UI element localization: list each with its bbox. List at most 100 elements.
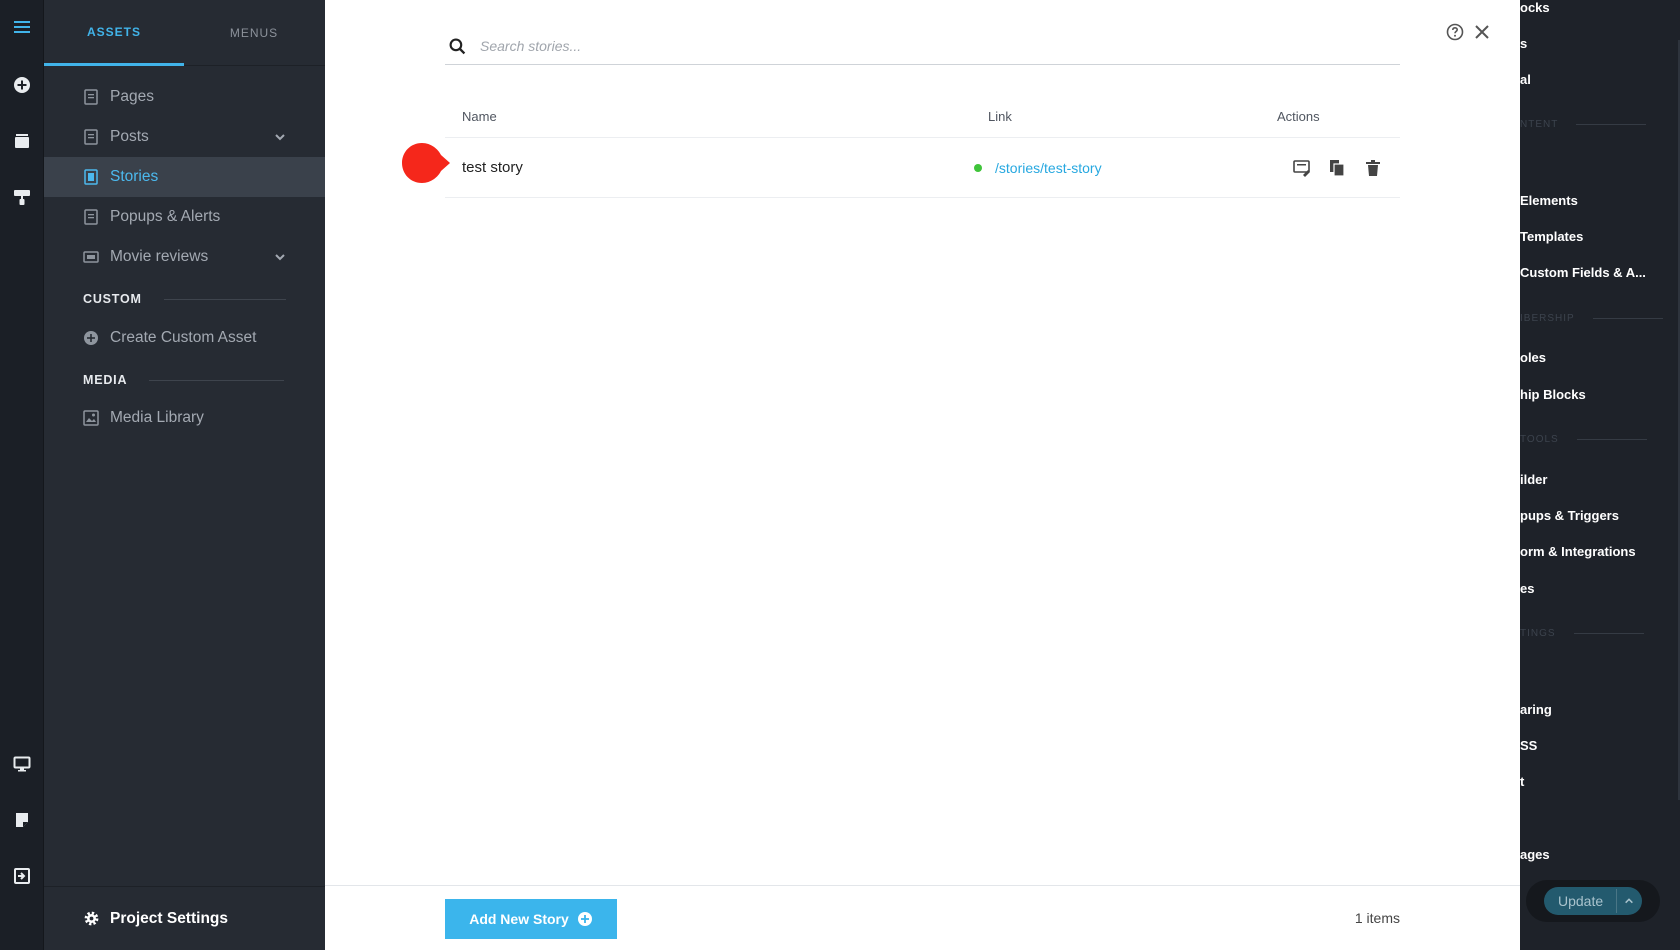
divider	[1592, 318, 1663, 319]
table-row: test story /stories/test-story	[445, 138, 1400, 198]
divider	[149, 379, 285, 381]
right-panel-heading-label: IBERSHIP	[1520, 313, 1575, 324]
sidebar-item-media-library[interactable]: Media Library	[44, 398, 325, 438]
layers-icon[interactable]	[9, 128, 35, 154]
right-panel-item[interactable]: ilder	[1520, 472, 1547, 487]
divider	[1576, 124, 1647, 125]
update-bar: Update	[1526, 880, 1660, 922]
right-panel-heading: TINGS	[1520, 628, 1644, 639]
search-input[interactable]	[480, 38, 1400, 54]
section-custom: CUSTOM	[83, 292, 286, 306]
right-panel-heading-label: TINGS	[1520, 628, 1556, 639]
exit-icon[interactable]	[9, 863, 35, 889]
chevron-up-icon[interactable]	[1616, 889, 1640, 913]
project-settings-label: Project Settings	[110, 909, 228, 927]
right-settings-panel: ocks s al NTENT Elements Templates Custo…	[1520, 0, 1680, 950]
right-panel-item[interactable]: Templates	[1520, 229, 1583, 244]
trash-icon[interactable]	[1363, 158, 1383, 178]
add-circle-icon	[83, 330, 99, 346]
status-indicator	[974, 164, 982, 172]
right-panel-item[interactable]: Elements	[1520, 193, 1578, 208]
pointer-marker-icon	[402, 143, 450, 183]
chevron-down-icon[interactable]	[273, 250, 287, 264]
right-panel-heading-label: NTENT	[1520, 119, 1559, 130]
sidebar-item-label: Pages	[110, 88, 154, 105]
update-label: Update	[1558, 893, 1604, 909]
section-media-label: MEDIA	[83, 373, 128, 387]
edit-icon[interactable]	[1292, 158, 1312, 178]
sidebar-item-posts[interactable]: Posts	[44, 117, 325, 157]
right-panel-heading: IBERSHIP	[1520, 313, 1663, 324]
column-link: Link	[988, 109, 1012, 124]
sidebar-item-pages[interactable]: Pages	[44, 77, 325, 117]
add-new-story-label: Add New Story	[469, 911, 569, 927]
sidebar-item-label: Stories	[110, 168, 159, 185]
project-settings-button[interactable]: Project Settings	[44, 886, 325, 950]
right-panel-item[interactable]: hip Blocks	[1520, 387, 1586, 402]
right-panel-item[interactable]: aring	[1520, 702, 1552, 717]
right-panel-item[interactable]: al	[1520, 72, 1531, 87]
right-panel-item[interactable]: ocks	[1520, 0, 1550, 15]
divider	[1576, 439, 1647, 440]
assets-sidebar: ASSETS MENUS Pages Posts Stories Popups …	[44, 0, 325, 950]
create-custom-asset-button[interactable]: Create Custom Asset	[44, 318, 325, 358]
icon-rail	[0, 0, 44, 950]
divider	[1573, 633, 1644, 634]
paint-roller-icon[interactable]	[9, 184, 35, 210]
add-new-story-button[interactable]: Add New Story	[445, 899, 617, 939]
column-actions: Actions	[1277, 109, 1320, 124]
table-header: Name Link Actions	[445, 100, 1400, 138]
modal-footer: Add New Story 1 items	[325, 885, 1520, 950]
right-panel-item[interactable]: t	[1520, 774, 1524, 789]
page-icon	[83, 209, 99, 225]
right-panel-item[interactable]: ages	[1520, 847, 1550, 862]
sidebar-item-popups-alerts[interactable]: Popups & Alerts	[44, 197, 325, 237]
image-gallery-icon	[83, 410, 99, 426]
ticket-icon	[83, 249, 99, 265]
page-icon	[83, 129, 99, 145]
right-panel-heading: TOOLS	[1520, 434, 1647, 445]
stories-modal: Name Link Actions test story /stories/te…	[325, 0, 1520, 950]
right-panel-item[interactable]: es	[1520, 581, 1534, 596]
column-name[interactable]: Name	[462, 109, 497, 124]
search-icon	[449, 38, 466, 54]
sidebar-item-movie-reviews[interactable]: Movie reviews	[44, 237, 325, 277]
sidebar-item-label: Media Library	[110, 409, 204, 426]
right-panel-heading: NTENT	[1520, 119, 1647, 130]
right-panel-item[interactable]: s	[1520, 36, 1527, 51]
chevron-down-icon[interactable]	[273, 130, 287, 144]
tab-assets[interactable]: ASSETS	[44, 0, 184, 66]
section-media: MEDIA	[83, 373, 285, 387]
sidebar-item-label: Popups & Alerts	[110, 208, 221, 225]
right-panel-item[interactable]: pups & Triggers	[1520, 508, 1619, 523]
desktop-icon[interactable]	[9, 751, 35, 777]
right-panel-item[interactable]: Custom Fields & A...	[1520, 265, 1646, 280]
add-circle-icon	[577, 912, 592, 926]
right-panel-item[interactable]: SS	[1520, 738, 1537, 753]
story-name[interactable]: test story	[462, 159, 523, 176]
story-icon	[83, 169, 99, 185]
right-panel-heading-label: TOOLS	[1520, 434, 1559, 445]
sidebar-item-label: Movie reviews	[110, 248, 209, 265]
sidebar-item-stories[interactable]: Stories	[44, 157, 325, 197]
help-icon[interactable]	[1446, 23, 1464, 41]
search-bar	[445, 28, 1400, 65]
page-note-icon[interactable]	[9, 807, 35, 833]
right-panel-item[interactable]: orm & Integrations	[1520, 544, 1636, 559]
right-panel-item[interactable]: oles	[1520, 350, 1546, 365]
close-icon[interactable]	[1473, 23, 1491, 41]
divider	[163, 298, 286, 300]
gear-icon	[84, 911, 99, 926]
menu-icon[interactable]	[9, 14, 35, 40]
section-custom-label: CUSTOM	[83, 292, 142, 306]
sidebar-item-label: Posts	[110, 128, 149, 145]
items-count: 1 items	[1354, 910, 1400, 926]
page-icon	[83, 89, 99, 105]
update-button[interactable]: Update	[1544, 887, 1642, 915]
duplicate-icon[interactable]	[1327, 158, 1347, 178]
story-link[interactable]: /stories/test-story	[995, 160, 1102, 176]
add-circle-icon[interactable]	[9, 72, 35, 98]
sidebar-tabs: ASSETS MENUS	[44, 0, 325, 66]
create-custom-asset-label: Create Custom Asset	[110, 329, 257, 346]
tab-menus[interactable]: MENUS	[184, 0, 324, 66]
